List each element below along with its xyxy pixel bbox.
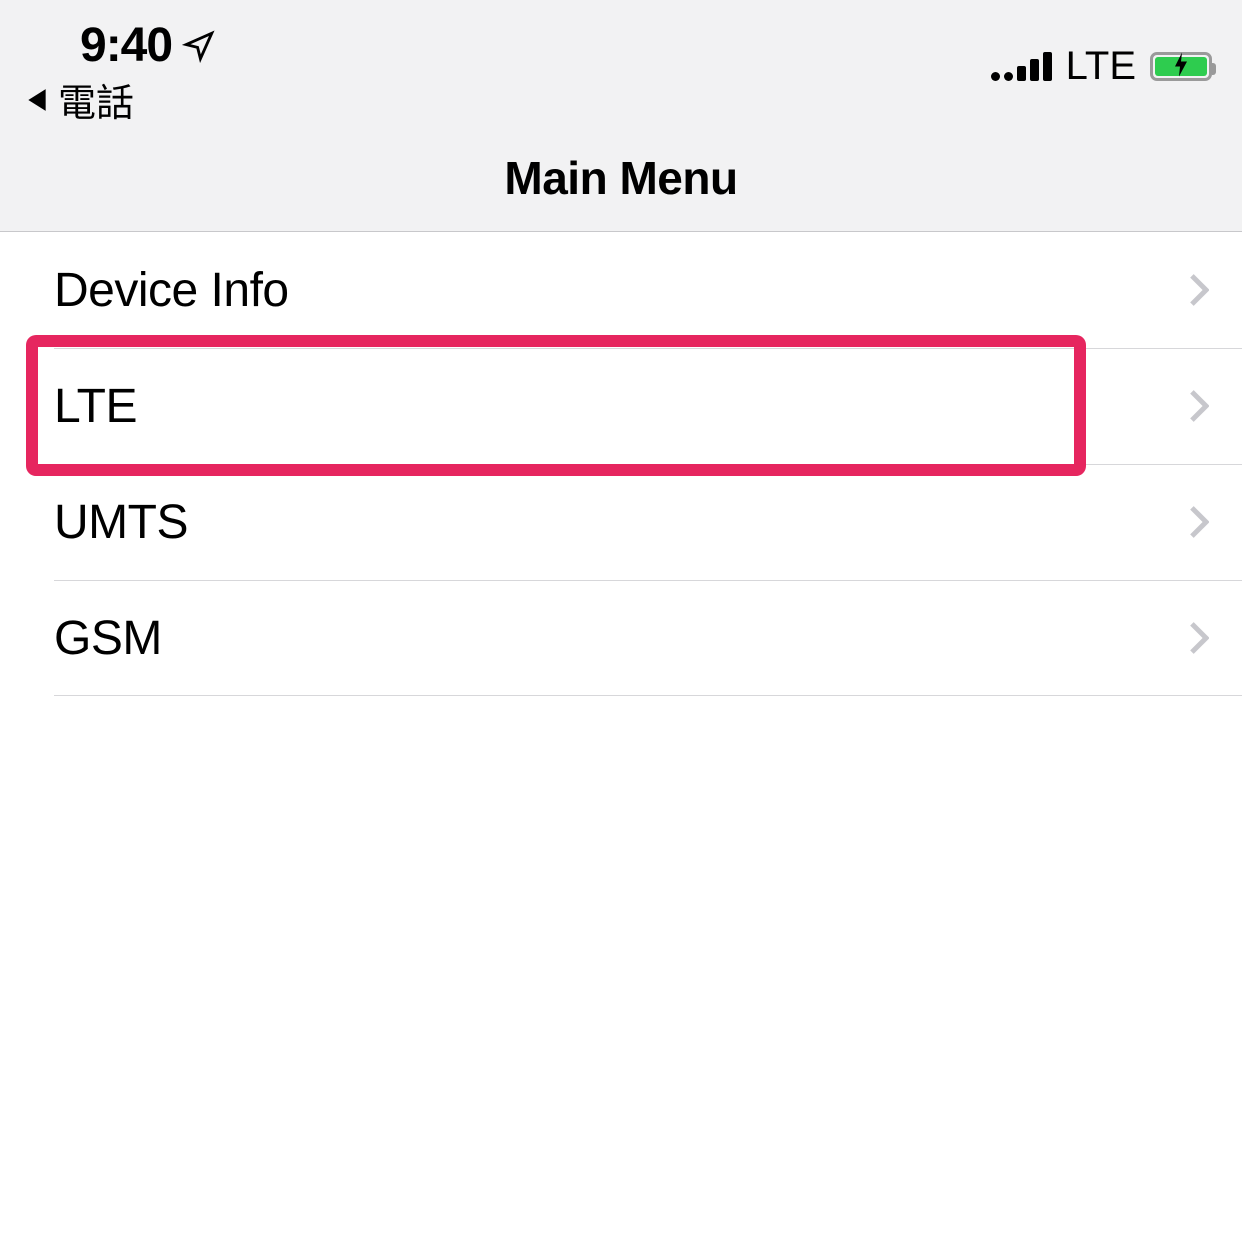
menu-item-label: LTE [54,379,137,434]
menu-item-lte[interactable]: LTE [0,348,1242,464]
menu-item-device-info[interactable]: Device Info [0,232,1242,348]
chevron-right-icon [1186,618,1212,658]
status-right-cluster: LTE [991,44,1212,89]
cellular-signal-icon [991,52,1052,81]
chevron-right-icon [1186,270,1212,310]
menu-item-gsm[interactable]: GSM [0,580,1242,696]
status-header: 9:40 LTE [0,0,1242,232]
chevron-right-icon [1186,502,1212,542]
back-app-label: 電話 [58,72,134,127]
back-arrow-icon [26,87,48,113]
location-icon [182,29,216,63]
main-menu-list: Device Info LTE UMTS GSM [0,232,1242,696]
menu-item-label: GSM [54,611,162,666]
page-title: Main Menu [0,151,1242,205]
status-time: 9:40 [80,18,172,73]
back-to-app-button[interactable]: 電話 [26,72,134,127]
network-type-label: LTE [1066,44,1136,89]
menu-item-label: Device Info [54,263,289,318]
menu-item-umts[interactable]: UMTS [0,464,1242,580]
chevron-right-icon [1186,386,1212,426]
menu-item-label: UMTS [54,495,188,550]
battery-icon [1150,52,1212,81]
